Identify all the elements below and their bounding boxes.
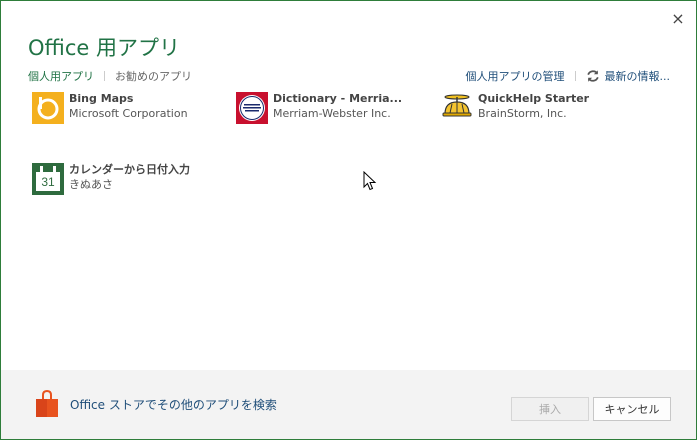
propeller-hat-icon <box>442 94 472 117</box>
link-divider <box>574 71 576 81</box>
bing-maps-icon <box>32 92 64 124</box>
app-name: QuickHelp Starter <box>478 92 590 105</box>
manage-my-apps-link[interactable]: 個人用アプリの管理 <box>466 68 565 84</box>
office-store-link[interactable]: Office ストアでその他のアプリを検索 <box>34 390 277 418</box>
top-links: 個人用アプリの管理 最新の情報... <box>466 68 671 84</box>
tab-featured-apps[interactable]: お勧めのアプリ <box>115 68 192 84</box>
app-tile-bing-maps[interactable]: Bing Maps Microsoft Corporation <box>32 92 188 124</box>
app-tile-quickhelp[interactable]: QuickHelp Starter BrainStorm, Inc. <box>441 92 589 124</box>
tab-my-apps[interactable]: 個人用アプリ <box>28 68 94 84</box>
app-publisher: きぬあさ <box>69 178 113 191</box>
app-publisher: Merriam-Webster Inc. <box>273 107 391 120</box>
refresh-icon <box>586 70 599 82</box>
office-store-bag-icon <box>36 390 58 417</box>
calendar-day-number: 31 <box>41 175 55 189</box>
app-tile-dictionary[interactable]: Dictionary - Merria... Merriam-Webster I… <box>236 92 402 124</box>
calendar-icon: 31 <box>32 163 64 195</box>
tab-divider <box>104 71 105 81</box>
close-icon[interactable]: × <box>668 9 688 29</box>
cancel-button[interactable]: キャンセル <box>593 397 671 421</box>
app-publisher: BrainStorm, Inc. <box>478 107 567 120</box>
dialog-title: Office 用アプリ <box>28 36 180 60</box>
app-name: Dictionary - Merria... <box>273 92 403 105</box>
mouse-cursor-icon <box>363 171 377 191</box>
tab-bar: 個人用アプリ お勧めのアプリ <box>28 68 192 84</box>
app-publisher: Microsoft Corporation <box>69 107 188 120</box>
office-apps-dialog: × Office 用アプリ 個人用アプリ お勧めのアプリ 個人用アプリの管理 最… <box>0 0 697 440</box>
insert-button[interactable]: 挿入 <box>511 397 589 421</box>
refresh-link[interactable]: 最新の情報... <box>586 68 671 84</box>
app-tile-calendar-date-input[interactable]: 31 カレンダーから日付入力 きぬあさ <box>32 163 190 195</box>
refresh-label: 最新の情報... <box>604 70 671 83</box>
app-name: Bing Maps <box>69 92 134 105</box>
app-name: カレンダーから日付入力 <box>69 163 190 176</box>
office-store-link-label: Office ストアでその他のアプリを検索 <box>70 397 277 412</box>
merriam-webster-icon <box>236 92 268 124</box>
